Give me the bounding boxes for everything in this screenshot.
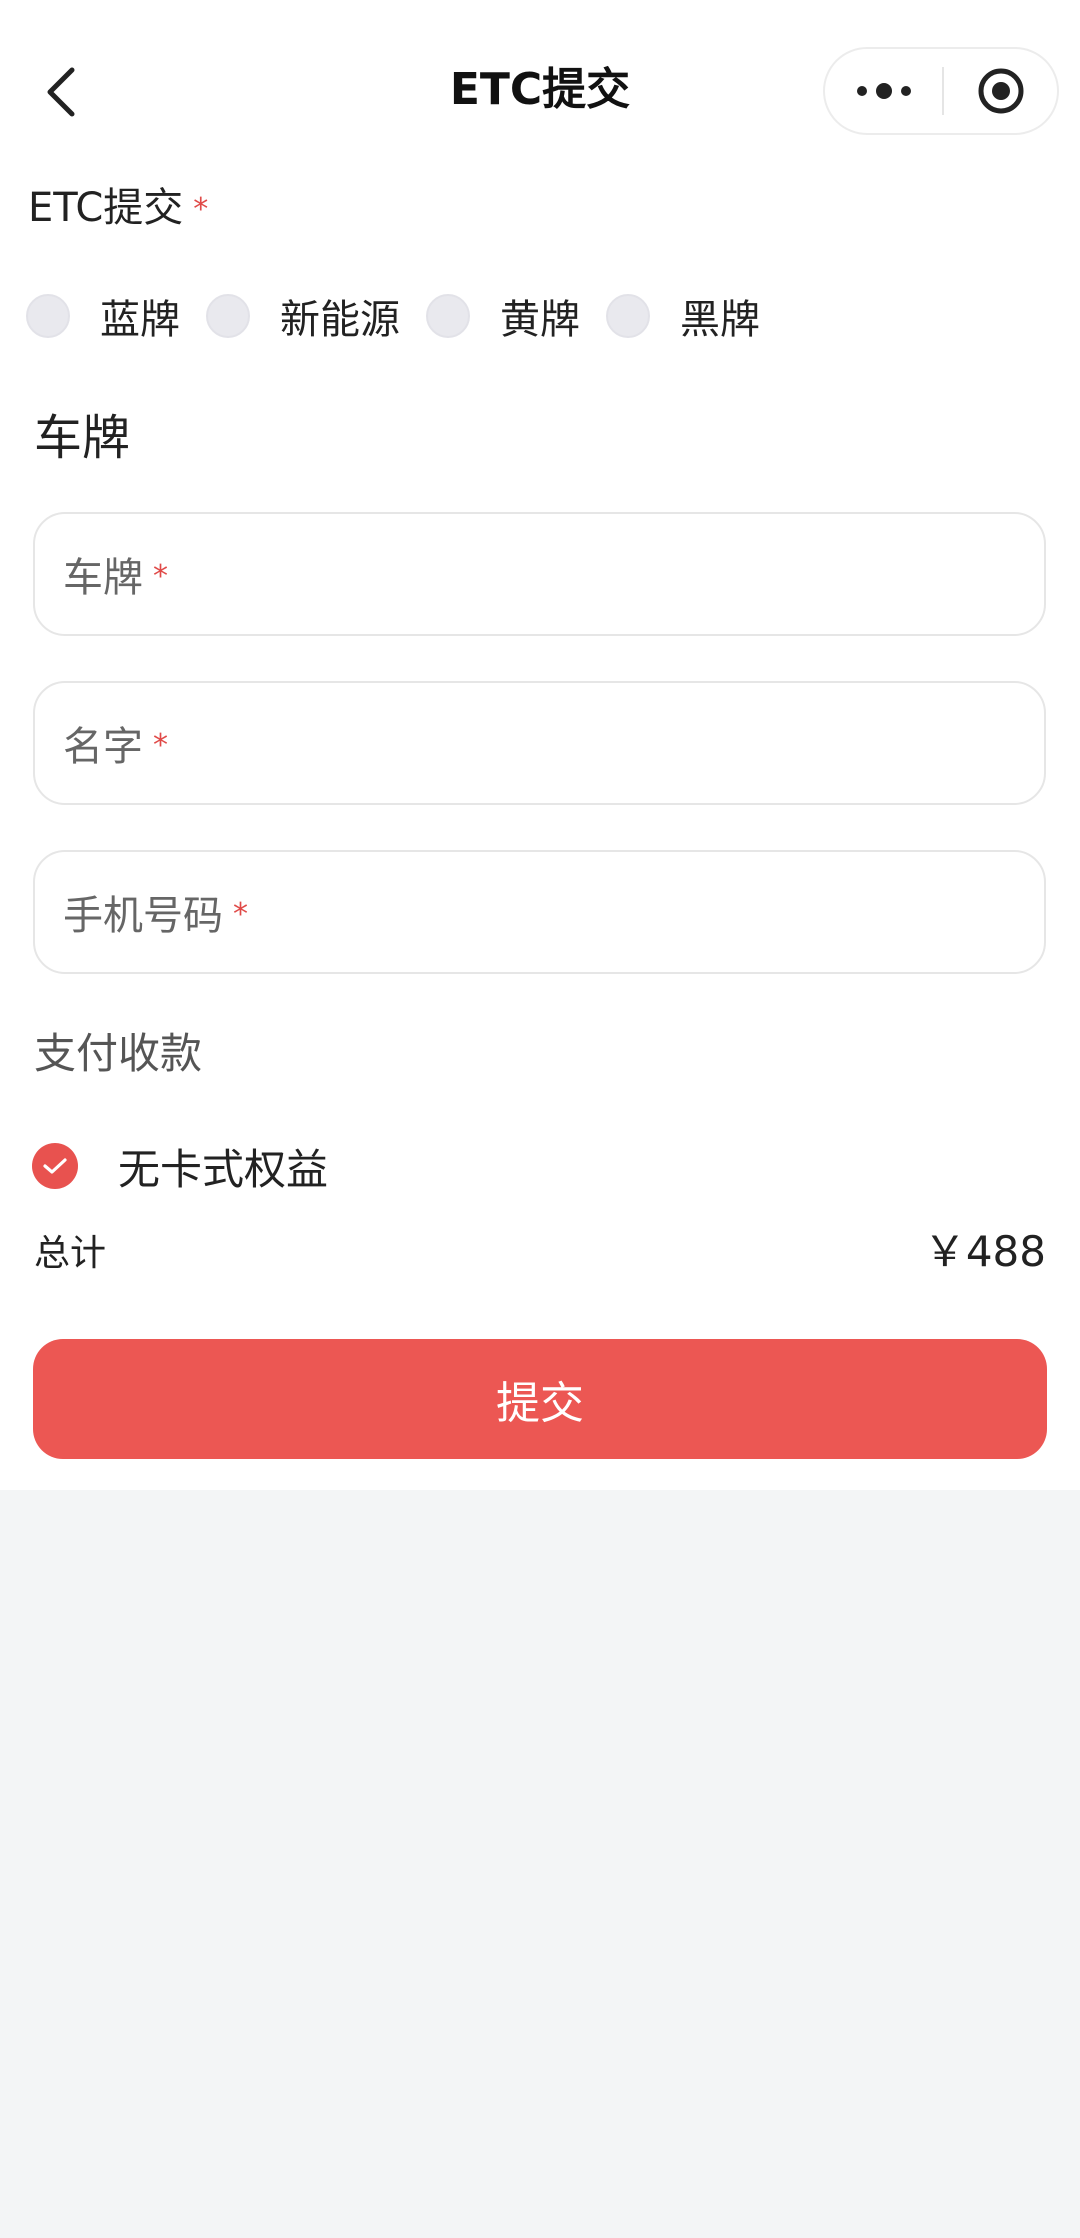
option-label: 无卡式权益: [118, 1144, 329, 1194]
more-button[interactable]: [825, 49, 942, 133]
name-input[interactable]: 名字 *: [33, 681, 1046, 805]
radio-new-energy-plate[interactable]: 新能源: [206, 287, 400, 345]
mini-program-capsule: [823, 47, 1059, 135]
phone-input[interactable]: 手机号码 *: [33, 850, 1046, 974]
radio-label: 黄牌: [500, 297, 580, 343]
plate-input[interactable]: 车牌 *: [33, 512, 1046, 636]
target-circle-icon: [978, 68, 1023, 114]
radio-circle[interactable]: [426, 294, 470, 338]
radio-label: 黑牌: [680, 297, 760, 343]
checkmark-icon: [43, 1158, 67, 1174]
required-mark: *: [233, 896, 248, 932]
total-value: ￥488: [923, 1227, 1046, 1276]
name-input-placeholder: 名字: [63, 724, 143, 770]
total-label: 总计: [34, 1233, 107, 1274]
more-dots-icon: [856, 83, 911, 99]
checkbox-checked[interactable]: [32, 1143, 78, 1189]
radio-circle[interactable]: [606, 294, 650, 338]
required-mark: *: [153, 558, 168, 594]
page: ETC提交 ETC提交 * 蓝牌 新能源 黄牌 黑牌 车牌 车牌 * 名字 * …: [0, 0, 1080, 1490]
required-mark: *: [193, 192, 209, 227]
plate-type-radio-group: 蓝牌 新能源 黄牌 黑牌: [26, 286, 786, 346]
plate-type-label-text: ETC提交: [28, 185, 184, 231]
close-button[interactable]: [944, 49, 1057, 133]
chevron-left-icon: [47, 67, 75, 117]
submit-button[interactable]: 提交: [33, 1339, 1047, 1459]
radio-yellow-plate[interactable]: 黄牌: [426, 287, 580, 345]
back-button[interactable]: [24, 54, 100, 130]
radio-label: 新能源: [280, 297, 400, 343]
plate-section-title: 车牌: [34, 410, 131, 466]
phone-input-placeholder: 手机号码: [63, 893, 223, 939]
no-card-benefit-option[interactable]: 无卡式权益: [32, 1140, 328, 1194]
radio-label: 蓝牌: [100, 297, 180, 343]
radio-circle[interactable]: [26, 294, 70, 338]
radio-blue-plate[interactable]: 蓝牌: [26, 287, 180, 345]
plate-input-placeholder: 车牌: [63, 555, 143, 601]
required-mark: *: [153, 727, 168, 763]
radio-black-plate[interactable]: 黑牌: [606, 287, 760, 345]
payment-label: 支付收款: [34, 1029, 203, 1078]
radio-circle[interactable]: [206, 294, 250, 338]
plate-type-label: ETC提交 *: [28, 180, 208, 236]
nav-bar: ETC提交: [0, 0, 1080, 184]
